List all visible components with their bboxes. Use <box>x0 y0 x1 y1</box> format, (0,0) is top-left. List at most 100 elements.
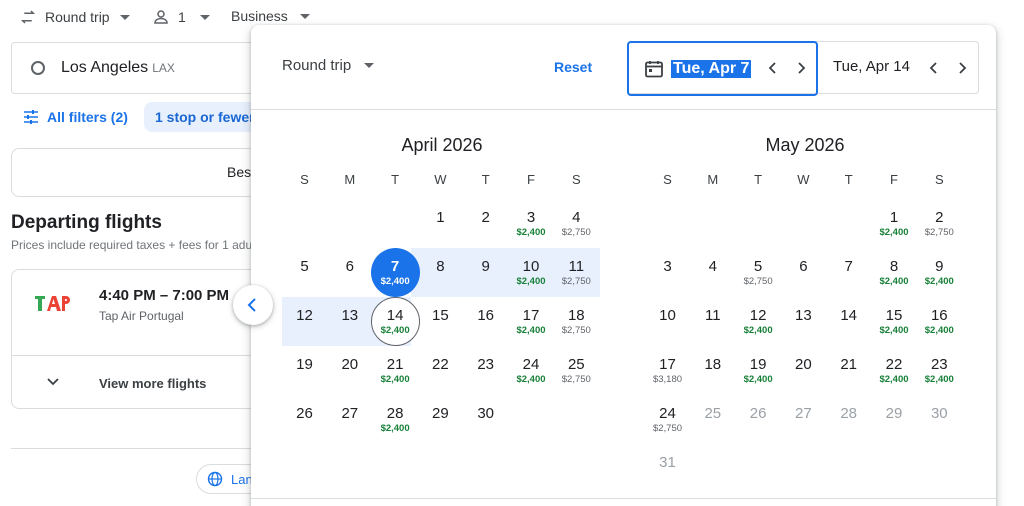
weekday-tue-april: T <box>391 172 400 187</box>
calendar-day-april-9[interactable]: 9 <box>463 248 508 297</box>
passenger-count: 1 <box>178 9 186 25</box>
day-number: 29 <box>885 405 903 422</box>
calendar-day-may-18[interactable]: 18 <box>690 346 735 395</box>
calendar-day-april-27[interactable]: 27 <box>327 395 372 444</box>
calendar-day-april-26[interactable]: 26 <box>282 395 327 444</box>
tab-best[interactable]: Bes <box>227 164 251 180</box>
card-divider <box>12 355 270 356</box>
day-number: 12 <box>296 307 313 324</box>
calendar-day-may-6[interactable]: 6 <box>781 248 826 297</box>
chevron-left-icon[interactable] <box>766 61 780 75</box>
day-price: $2,750 <box>652 423 683 434</box>
day-number: 29 <box>432 405 449 422</box>
calendar-day-april-14[interactable]: 14 $2,400 <box>370 297 420 346</box>
day-number: 20 <box>795 356 812 373</box>
calendar-day-april-18[interactable]: 18 $2,750 <box>554 297 599 346</box>
calendar-day-april-24[interactable]: 24 $2,400 <box>509 346 554 395</box>
calendar-day-may-12[interactable]: 12 $2,400 <box>736 297 781 346</box>
calendar-day-april-28[interactable]: 28 $2,400 <box>373 395 418 444</box>
calendar-day-april-19[interactable]: 19 <box>282 346 327 395</box>
chevron-right-icon[interactable] <box>955 61 969 75</box>
calendar-day-may-14[interactable]: 14 <box>826 297 871 346</box>
calendar-day-may-22[interactable]: 22 $2,400 <box>872 346 917 395</box>
calendar-day-april-11[interactable]: 11 $2,750 <box>554 248 599 297</box>
tune-icon <box>24 110 38 124</box>
calendar-day-may-2[interactable]: 2 $2,750 <box>917 199 962 248</box>
day-price: $2,750 <box>743 276 773 287</box>
day-number: 8 <box>889 258 899 275</box>
day-price: $2,750 <box>561 374 591 385</box>
calendar-day-may-16[interactable]: 16 $2,400 <box>917 297 962 346</box>
calendar-day-may-21[interactable]: 21 <box>826 346 871 395</box>
calendar-day-april-25[interactable]: 25 $2,750 <box>554 346 599 395</box>
calendar-day-may-5[interactable]: 5 $2,750 <box>736 248 781 297</box>
calendar-day-may-3[interactable]: 3 <box>645 248 690 297</box>
cabin-selector[interactable]: Business <box>231 8 310 24</box>
all-filters-label: All filters (2) <box>47 109 128 125</box>
calendar-day-may-9[interactable]: 9 $2,400 <box>917 248 962 297</box>
flight-result-card[interactable]: 4:40 PM – 7:00 PM Tap Air Portugal View … <box>11 269 271 409</box>
day-number: 9 <box>935 258 944 275</box>
calendar-day-may-13[interactable]: 13 <box>781 297 826 346</box>
departure-date-field[interactable]: Tue, Apr 7 <box>627 41 818 96</box>
calendar-day-may-1[interactable]: 1 $2,400 <box>872 199 917 248</box>
day-number: 4 <box>572 209 581 226</box>
calendar-day-may-23[interactable]: 23 $2,400 <box>917 346 962 395</box>
calendar-day-april-6[interactable]: 6 <box>327 248 372 297</box>
calendar-day-may-7[interactable]: 7 <box>826 248 871 297</box>
weekday-wed-april: W <box>434 172 447 187</box>
calendar-day-april-21[interactable]: 21 $2,400 <box>373 346 418 395</box>
origin-field[interactable]: Los Angeles LAX <box>11 42 271 94</box>
chevron-left-icon[interactable] <box>927 61 941 75</box>
calendar-day-april-22[interactable]: 22 <box>418 346 463 395</box>
weekday-sat-april: S <box>571 172 581 187</box>
calendar-day-april-16[interactable]: 16 <box>463 297 508 346</box>
previous-month-button[interactable] <box>233 285 273 325</box>
calendar-day-may-24[interactable]: 24 $2,750 <box>645 395 690 444</box>
chevron-right-icon[interactable] <box>794 61 808 75</box>
day-price: $2,400 <box>516 325 546 336</box>
calendar-day-april-7[interactable]: 7 $2,400 <box>370 248 420 297</box>
calendar-day-april-4[interactable]: 4 $2,750 <box>554 199 599 248</box>
weekday-wed-may: W <box>797 172 810 187</box>
calendar-day-april-10[interactable]: 10 $2,400 <box>509 248 554 297</box>
day-number: 20 <box>341 356 359 373</box>
chevron-down-icon[interactable] <box>46 375 60 389</box>
calendar-day-april-15[interactable]: 15 <box>418 297 463 346</box>
calendar-day-may-8[interactable]: 8 $2,400 <box>872 248 917 297</box>
calendar-day-april-3[interactable]: 3 $2,400 <box>509 199 554 248</box>
calendar-day-april-17[interactable]: 17 $2,400 <box>509 297 554 346</box>
calendar-day-may-10[interactable]: 10 <box>645 297 690 346</box>
trip-type-selector[interactable]: Round trip <box>19 8 130 26</box>
calendar-day-may-17[interactable]: 17 $3,180 <box>645 346 690 395</box>
calendar-day-april-1[interactable]: 1 <box>418 199 463 248</box>
calendar-day-april-20[interactable]: 20 <box>327 346 372 395</box>
calendar-day-april-30[interactable]: 30 <box>463 395 508 444</box>
day-number: 8 <box>436 258 445 275</box>
all-filters-button[interactable]: All filters (2) <box>11 109 128 125</box>
day-number: 16 <box>477 307 495 324</box>
reset-button[interactable]: Reset <box>554 59 592 75</box>
calendar-day-april-29[interactable]: 29 <box>418 395 463 444</box>
passenger-selector[interactable]: 1 <box>152 8 210 26</box>
calendar-day-april-12[interactable]: 12 <box>282 297 327 346</box>
day-price: $2,400 <box>743 374 773 385</box>
calendar-day-may-4[interactable]: 4 <box>690 248 735 297</box>
day-price: $2,750 <box>561 276 591 287</box>
calendar-day-may-19[interactable]: 19 $2,400 <box>736 346 781 395</box>
picker-trip-type-selector[interactable]: Round trip <box>282 57 375 74</box>
calendar-day-may-15[interactable]: 15 $2,400 <box>872 297 917 346</box>
day-number: 4 <box>708 258 717 275</box>
calendar-day-april-13[interactable]: 13 <box>327 297 372 346</box>
calendar-day-may-11[interactable]: 11 <box>690 297 735 346</box>
calendar-day-april-2[interactable]: 2 <box>463 199 508 248</box>
view-more-flights-button[interactable]: View more flights <box>99 376 206 391</box>
calendar-day-april-5[interactable]: 5 <box>282 248 327 297</box>
calendar-day-april-8[interactable]: 8 <box>418 248 463 297</box>
day-price: $2,750 <box>561 325 591 336</box>
return-date-value[interactable]: Tue, Apr 14 <box>833 58 910 75</box>
caret-down-icon <box>364 63 375 68</box>
date-picker-header: Round trip Reset Tue, Apr 7 Tue, Apr 14 <box>251 25 996 110</box>
calendar-day-may-20[interactable]: 20 <box>781 346 826 395</box>
calendar-day-april-23[interactable]: 23 <box>463 346 508 395</box>
